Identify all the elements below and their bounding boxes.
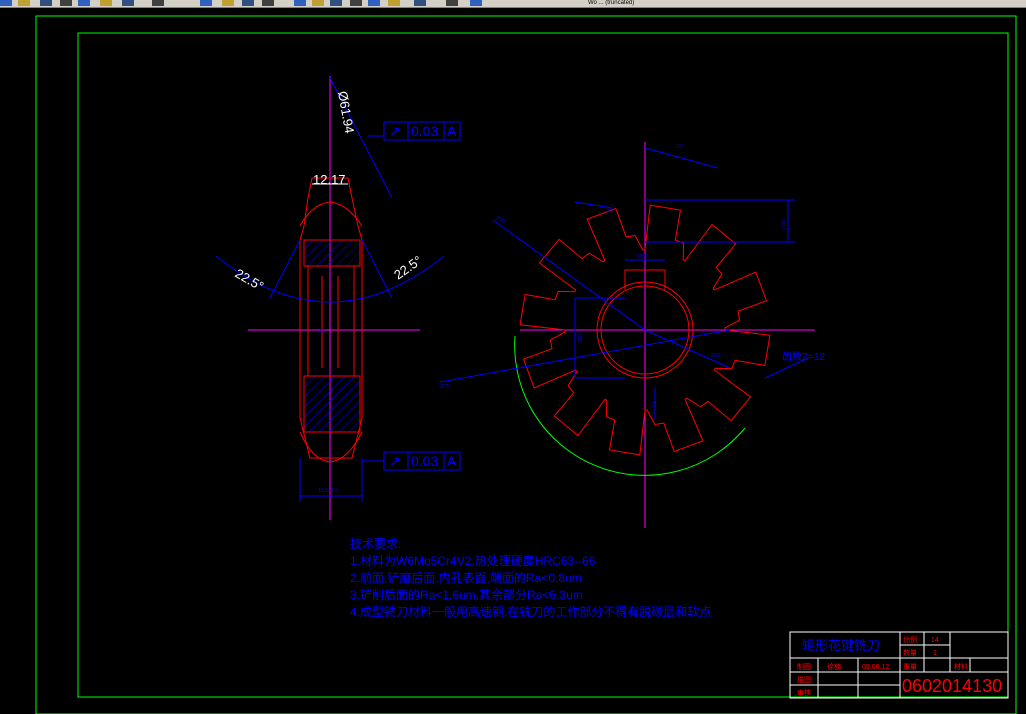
- front-view: [439, 142, 815, 528]
- notes-line-2: 2.前面,铲磨后面,内孔表面,端面的Ra<0.8um: [350, 570, 582, 585]
- technical-notes: 技术要求: 1.材料为W6Mo5Cr4V2,热处理硬度HRC63--66 2.前…: [350, 537, 711, 619]
- notes-line-3: 3.铲削后面的Ra<1.6um,其余部分Ra<6.3um: [350, 587, 583, 602]
- title-block: 矩形花键铣刀 比例 14 数量 1 制图 徐楠 09.06.12 重量 材料 描…: [789, 631, 1009, 699]
- cut-icon[interactable]: [78, 0, 90, 6]
- tolerance-frame-top: ↗ 0.03 A: [383, 121, 461, 141]
- paste-icon[interactable]: [122, 0, 134, 6]
- tol-bottom-value: 0.03: [411, 453, 438, 469]
- save-icon[interactable]: [40, 0, 52, 6]
- section-hatch-bottom: [303, 375, 361, 433]
- dim-outer-label: Ø75: [440, 384, 450, 390]
- section-hatch-top: [303, 239, 361, 267]
- angle-right-label: 22.5°: [391, 253, 425, 283]
- part-name: 矩形花键铣刀: [802, 638, 880, 653]
- teeth-count-label: 齿数Z=12: [782, 350, 826, 363]
- match-icon[interactable]: [414, 0, 426, 6]
- dim-key-label: 3.5: [652, 401, 658, 408]
- side-view: [215, 76, 445, 520]
- toolbar-truncated-label: Wo ... (truncated): [588, 0, 635, 6]
- print-icon[interactable]: [60, 0, 72, 6]
- redo-icon[interactable]: [200, 0, 212, 6]
- properties-icon[interactable]: [294, 0, 306, 6]
- material-label: 材料: [954, 662, 968, 671]
- dim-bottom-width-label: 10.5±0.1: [318, 488, 338, 494]
- text-style-icon[interactable]: [312, 0, 324, 6]
- zoom-icon[interactable]: [242, 0, 254, 6]
- dim-rake-label: 15°: [676, 144, 684, 150]
- notes-line-4: 4.成型铣刀材料一般用高速钢,在铣刀的工作部分不得有脱碳层和软点: [350, 604, 711, 619]
- cad-drawing[interactable]: Ø61.94 12.17 22.5° 22.5° 32 10.5±0.1 ↗ 0…: [0, 8, 1026, 714]
- block-icon[interactable]: [350, 0, 362, 6]
- drawing-area[interactable]: Ø61.94 12.17 22.5° 22.5° 32 10.5±0.1 ↗ 0…: [0, 8, 1026, 714]
- notes-line-1: 1.材料为W6Mo5Cr4V2,热处理硬度HRC63--66: [350, 553, 596, 568]
- toolbar: Wo ... (truncated): [0, 0, 1026, 8]
- new-file-icon[interactable]: [0, 0, 12, 6]
- help-icon[interactable]: [388, 0, 400, 6]
- qty-value: 1: [933, 650, 937, 657]
- tol-bottom-symbol: ↗: [389, 453, 401, 469]
- dim-left-ring-label: Ø36: [495, 215, 506, 225]
- weight-label: 重量: [903, 663, 917, 671]
- open-icon[interactable]: [18, 0, 30, 6]
- tol-top-symbol: ↗: [389, 123, 401, 139]
- bookmark-icon[interactable]: [470, 0, 482, 6]
- drawing-number: 0602014130: [902, 676, 1002, 696]
- 3d-icon[interactable]: [446, 0, 458, 6]
- designer-label: 描图: [797, 675, 811, 684]
- dim-side-small-label: Ø20: [711, 353, 721, 359]
- dim-hub-label: 10.8: [637, 254, 647, 260]
- bore-outline: [307, 265, 355, 377]
- zoom-window-icon[interactable]: [262, 0, 274, 6]
- pan-icon[interactable]: [222, 0, 234, 6]
- dim-width-label: 12.17: [313, 172, 346, 187]
- calculator-icon[interactable]: [368, 0, 380, 6]
- drawn-date: 09.06.12: [862, 664, 889, 671]
- copy-icon[interactable]: [100, 0, 112, 6]
- dim-bore-height-label: 32: [318, 329, 324, 335]
- ratio-value: 14: [931, 637, 939, 644]
- tooth-profile-top: [299, 201, 363, 227]
- notes-title: 技术要求:: [350, 537, 401, 551]
- tol-top-datum: A: [447, 123, 457, 139]
- dim-diameter-label: Ø61.94: [335, 90, 357, 135]
- drawn-label: 制图: [797, 662, 811, 671]
- dim-inner-label: Ø27: [578, 332, 584, 342]
- tol-top-value: 0.03: [411, 123, 438, 139]
- layer-icon[interactable]: [330, 0, 342, 6]
- drawn-by: 徐楠: [827, 662, 841, 671]
- tolerance-frame-bottom: ↗ 0.03 A: [362, 451, 461, 471]
- checker-label: 审核: [797, 688, 811, 697]
- dim-vertical-label: 7.08: [782, 220, 788, 230]
- ratio-label: 比例: [903, 635, 917, 644]
- qty-label: 数量: [903, 648, 917, 657]
- tol-bottom-datum: A: [447, 453, 457, 469]
- undo-icon[interactable]: [152, 0, 164, 6]
- angle-left-label: 22.5°: [233, 266, 267, 294]
